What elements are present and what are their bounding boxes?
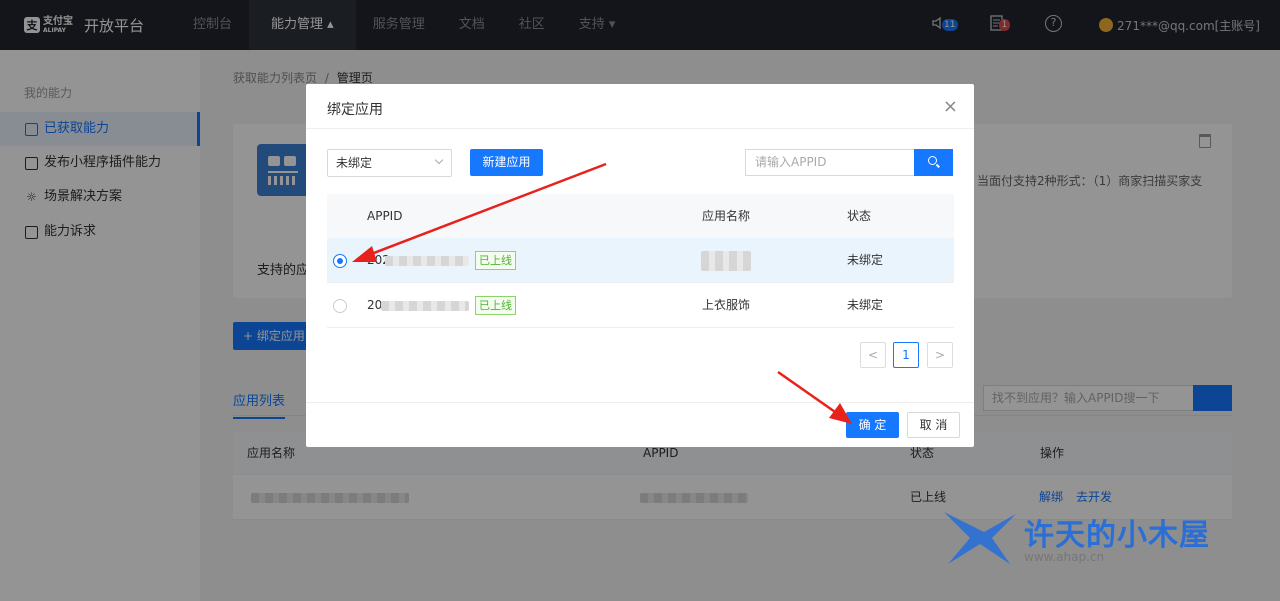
cancel-button[interactable]: 取 消: [907, 412, 960, 438]
table-header: APPID 应用名称 状态: [327, 194, 954, 238]
chevron-down-icon: [434, 155, 444, 165]
watermark-text: 许天的小木屋: [1024, 518, 1210, 553]
redacted-app-name: [701, 251, 751, 271]
dialog-header-divider: [306, 128, 974, 129]
online-tag: 已上线: [475, 296, 516, 315]
redacted-appid: [385, 256, 469, 266]
col-app-name: 应用名称: [702, 209, 751, 223]
row-status: 未绑定: [847, 253, 884, 267]
online-tag: 已上线: [475, 251, 516, 270]
bind-app-dialog: 绑定应用 × 未绑定 新建应用 请输入APPID APPID 应用名称 状态 2…: [306, 84, 974, 447]
app-select-table: APPID 应用名称 状态 202 已上线 未绑定 20 已上线 上衣服饰 未绑…: [327, 194, 954, 328]
watermark: 许天的小木屋 www.ahap.cn: [940, 508, 1270, 570]
col-appid: APPID: [367, 209, 403, 223]
new-app-button[interactable]: 新建应用: [470, 149, 543, 176]
dialog-title: 绑定应用: [327, 102, 383, 118]
watermark-logo-icon: [944, 512, 1016, 564]
col-status: 状态: [847, 209, 872, 223]
pager-next[interactable]: >: [927, 342, 953, 368]
search-icon: [928, 156, 937, 165]
search-button[interactable]: [914, 149, 953, 176]
bind-status-select[interactable]: 未绑定: [327, 149, 452, 177]
bind-status-value: 未绑定: [336, 156, 373, 170]
pager-page-1[interactable]: 1: [893, 342, 919, 368]
appid-search-input[interactable]: 请输入APPID: [745, 149, 914, 176]
table-row[interactable]: 202 已上线 未绑定: [327, 238, 954, 283]
redacted-appid: [381, 301, 469, 311]
row-radio[interactable]: [333, 254, 347, 268]
close-icon[interactable]: ×: [943, 98, 958, 116]
row-status: 未绑定: [847, 298, 884, 312]
confirm-button[interactable]: 确 定: [846, 412, 899, 438]
dialog-footer-divider: [306, 402, 974, 403]
pager-prev[interactable]: <: [860, 342, 886, 368]
row-radio[interactable]: [333, 299, 347, 313]
table-row[interactable]: 20 已上线 上衣服饰 未绑定: [327, 283, 954, 328]
row-app-name: 上衣服饰: [702, 298, 751, 312]
watermark-url: www.ahap.cn: [1024, 550, 1105, 564]
appid-search: 请输入APPID: [745, 149, 953, 176]
appid-prefix: 20: [367, 298, 383, 312]
